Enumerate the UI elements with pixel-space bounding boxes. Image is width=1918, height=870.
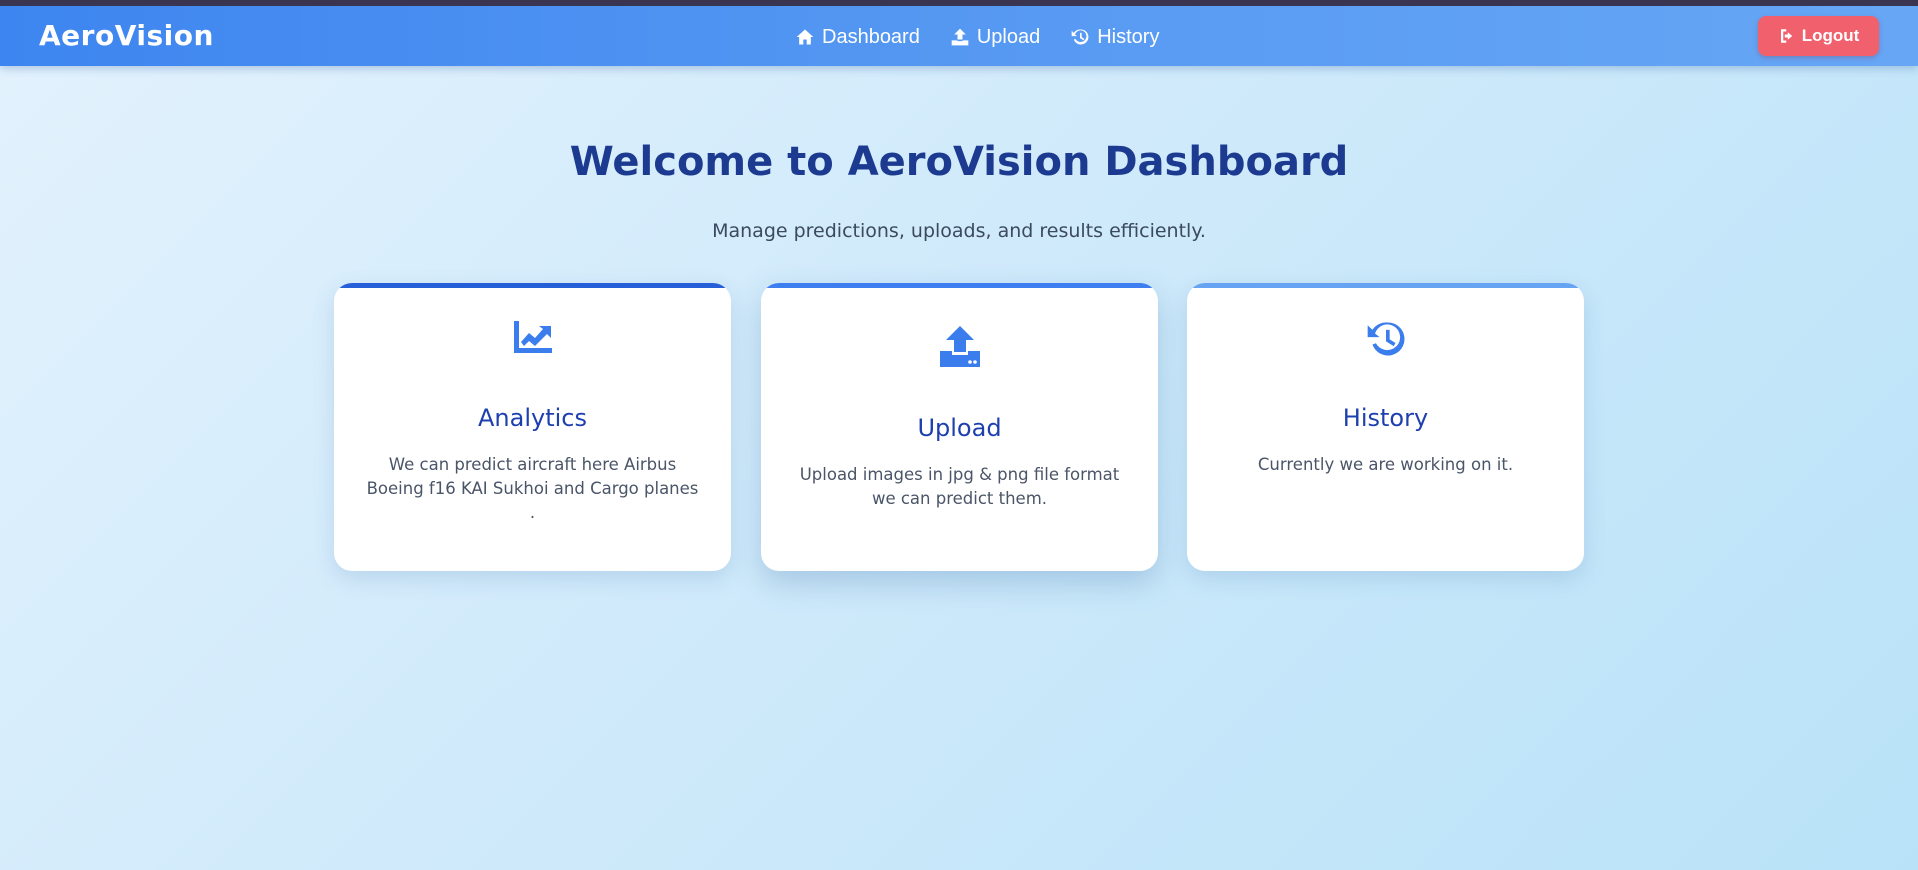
upload-icon (951, 28, 969, 46)
navbar: AeroVision Dashboard Upload History Logo… (0, 6, 1918, 66)
nav-item-upload[interactable]: Upload (950, 24, 1040, 50)
logout-button[interactable]: Logout (1758, 16, 1879, 56)
card-icon-wrapper (1187, 317, 1584, 361)
file-upload-icon (939, 326, 980, 367)
card-description: Upload images in jpg & png file format w… (799, 465, 1120, 508)
card-history[interactable]: History Currently we are working on it. (1187, 283, 1584, 571)
card-accent-bar (334, 283, 731, 288)
page-title: Welcome to AeroVision Dashboard (569, 139, 1349, 185)
chart-line-icon (513, 321, 552, 353)
card-accent-bar (761, 283, 1158, 288)
card-upload[interactable]: Upload Upload images in jpg & png file f… (761, 283, 1158, 571)
history-icon (1367, 322, 1404, 356)
nav-item-label: History (1097, 26, 1160, 48)
home-icon (796, 29, 814, 45)
nav-item-history[interactable]: History (1070, 24, 1159, 50)
card-analytics[interactable]: Analytics We can predict aircraft here A… (334, 283, 731, 571)
nav-links: Dashboard Upload History (795, 24, 1159, 50)
card-accent-bar (1187, 283, 1584, 288)
brand-logo[interactable]: AeroVision (39, 18, 214, 54)
card-description: Currently we are working on it. (1257, 455, 1514, 474)
nav-item-dashboard[interactable]: Dashboard (795, 24, 920, 50)
nav-item-label: Upload (976, 26, 1041, 48)
nav-item-label: Dashboard (822, 26, 920, 48)
card-icon-wrapper (334, 319, 731, 355)
card-title: History (1342, 404, 1429, 432)
logout-label: Logout (1801, 26, 1860, 45)
card-title: Analytics (478, 404, 587, 432)
sign-out-icon (1780, 29, 1792, 43)
history-icon (1071, 29, 1089, 45)
card-description: We can predict aircraft here Airbus Boei… (366, 455, 699, 522)
card-icon-wrapper (761, 325, 1158, 367)
card-title: Upload (917, 414, 1002, 442)
page-subtitle: Manage predictions, uploads, and results… (712, 220, 1206, 242)
